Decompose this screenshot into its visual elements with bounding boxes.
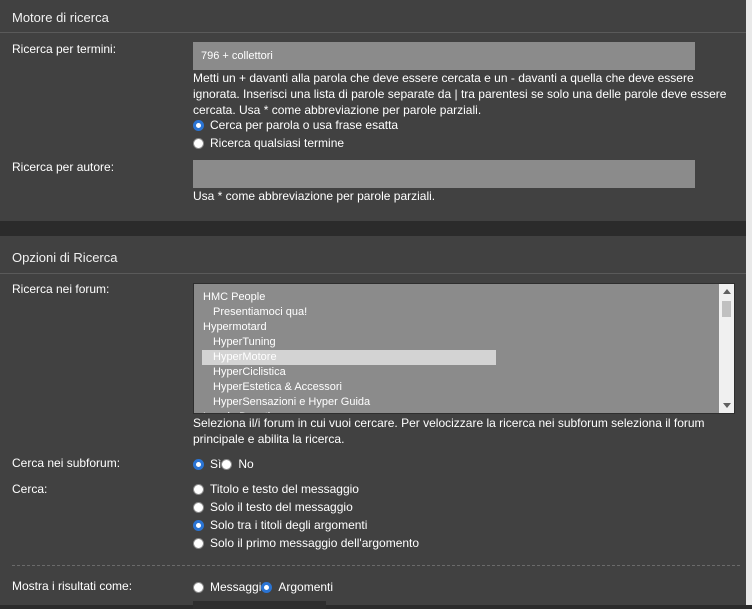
search-in-first-post-radio[interactable]	[193, 537, 204, 549]
author-label: Ricerca per autore:	[12, 160, 115, 174]
author-input[interactable]	[193, 160, 695, 188]
search-in-titles-radio[interactable]	[193, 519, 204, 531]
scroll-down-icon[interactable]	[723, 403, 731, 408]
radio-any-row[interactable]: Ricerca qualsiasi termine	[193, 135, 344, 151]
sort-select[interactable]	[193, 601, 326, 609]
radio-any-label: Ricerca qualsiasi termine	[210, 136, 345, 150]
forums-help: Seleziona il/i forum in cui vuoi cercare…	[193, 416, 705, 446]
scroll-thumb[interactable]	[722, 301, 731, 317]
results-topics-label: Argomenti	[278, 580, 334, 594]
search-in-title-text-radio[interactable]	[193, 483, 204, 495]
subforum-no-label: No	[238, 457, 254, 471]
results-topics-radio[interactable]	[261, 581, 273, 593]
section-divider	[0, 273, 746, 274]
search-in-option-label: Solo tra i titoli degli argomenti	[210, 518, 368, 532]
forum-option[interactable]: HyperMotore	[202, 350, 496, 365]
search-in-option-label: Solo il testo del messaggio	[210, 500, 353, 514]
scroll-up-icon[interactable]	[723, 289, 731, 294]
author-help: Usa * come abbreviazione per parole parz…	[193, 189, 436, 203]
section-divider	[0, 32, 746, 33]
subforum-no-radio[interactable]	[221, 458, 233, 470]
terms-label: Ricerca per termini:	[12, 42, 117, 56]
forums-label: Ricerca nei forum:	[12, 282, 110, 296]
radio-exact[interactable]	[193, 119, 204, 131]
forums-scrollbar[interactable]	[719, 284, 734, 413]
forums-listbox[interactable]: HMC People Presentiamoci qua! Hypermotard H…	[193, 283, 735, 414]
forum-option[interactable]: HyperCiclistica	[202, 365, 722, 380]
results-label: Mostra i risultati come:	[12, 579, 133, 593]
forum-option[interactable]: HyperEstetica & Accessori	[202, 380, 722, 395]
search-in-row[interactable]: Solo il testo del messaggio	[193, 499, 353, 515]
results-messages-label: Messaggi	[210, 580, 262, 594]
search-in-text-radio[interactable]	[193, 501, 204, 513]
search-engine-panel: Motore di ricerca Ricerca per termini: 7…	[0, 0, 746, 221]
subforum-label: Cerca nei subforum:	[12, 456, 121, 470]
radio-any[interactable]	[193, 137, 204, 149]
terms-help: Metti un + davanti alla parola che deve …	[193, 71, 727, 117]
dashed-divider	[12, 565, 740, 566]
search-in-row[interactable]: Titolo e testo del messaggio	[193, 481, 359, 497]
search-engine-title: Motore di ricerca	[12, 10, 109, 25]
search-in-option-label: Solo il primo messaggio dell'argomento	[210, 536, 420, 550]
forums-list: HMC People Presentiamoci qua! Hypermotard H…	[202, 290, 722, 413]
subforum-yes-label: Sì	[210, 457, 222, 471]
forum-option[interactable]: Hypermotard	[202, 320, 722, 335]
search-in-label: Cerca:	[12, 482, 48, 496]
page-edge	[746, 0, 752, 605]
forum-option[interactable]: HyperTuning	[202, 335, 722, 350]
search-in-option-label: Titolo e testo del messaggio	[210, 482, 359, 496]
results-messages-radio[interactable]	[193, 581, 204, 593]
forum-option[interactable]: HyperSensazioni e Hyper Guida	[202, 395, 722, 410]
forum-option[interactable]: Presentiamoci qua!	[202, 305, 722, 320]
search-in-row[interactable]: Solo il primo messaggio dell'argomento	[193, 535, 419, 551]
results-radios: Messaggi Argomenti	[193, 579, 333, 595]
forum-option[interactable]: HMC People	[202, 290, 722, 305]
search-in-row[interactable]: Solo tra i titoli degli argomenti	[193, 517, 367, 533]
subforum-radios: Sì No	[193, 456, 254, 472]
subforum-yes-radio[interactable]	[193, 458, 204, 470]
radio-exact-label: Cerca per parola o usa frase esatta	[210, 118, 399, 132]
forum-option[interactable]: La mia Ducati	[202, 410, 722, 413]
search-options-title: Opzioni di Ricerca	[12, 250, 118, 265]
terms-input[interactable]: 796 + collettori	[193, 42, 695, 70]
radio-exact-row[interactable]: Cerca per parola o usa frase esatta	[193, 117, 398, 133]
